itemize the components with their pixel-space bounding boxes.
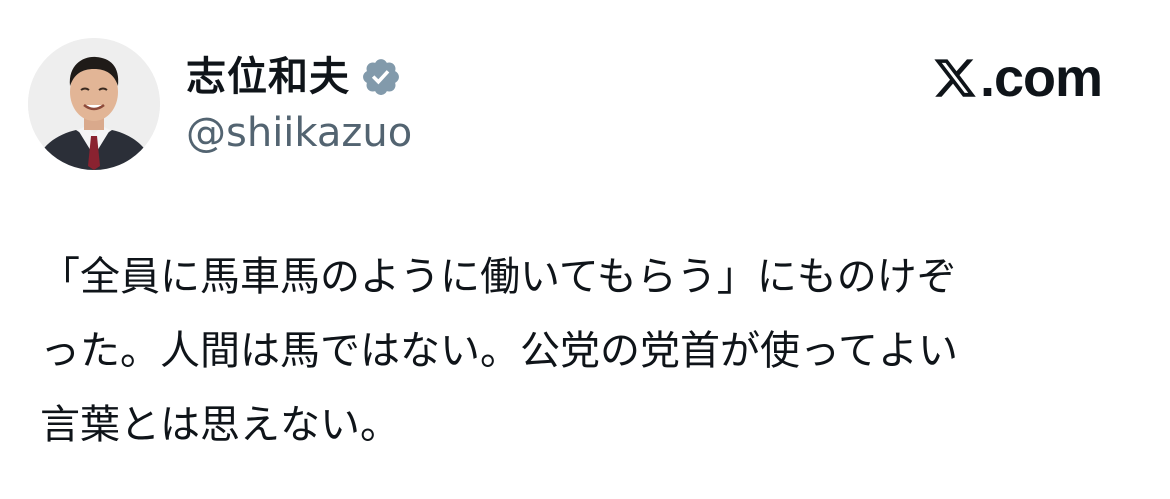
author-name-row: 志位和夫 <box>186 50 402 104</box>
tweet-text-line: 「全員に馬車馬のように働いてもらう」にものけぞ <box>40 254 957 300</box>
x-logo-icon <box>932 55 978 101</box>
brand-logo: .com <box>932 48 1103 108</box>
verified-badge-icon <box>360 56 402 98</box>
author-display-name[interactable]: 志位和夫 <box>186 50 350 104</box>
profile-photo <box>28 38 160 170</box>
tweet-text-line: 言葉とは思えない。 <box>40 402 400 448</box>
avatar[interactable] <box>28 38 160 170</box>
author-handle[interactable]: @shiikazuo <box>186 108 412 158</box>
tweet-text: 「全員に馬車馬のように働いてもらう」にものけぞ った。人間は馬ではない。公党の党… <box>40 240 1140 462</box>
brand-text: .com <box>979 48 1103 108</box>
tweet-text-line: った。人間は馬ではない。公党の党首が使ってよい <box>40 328 958 374</box>
